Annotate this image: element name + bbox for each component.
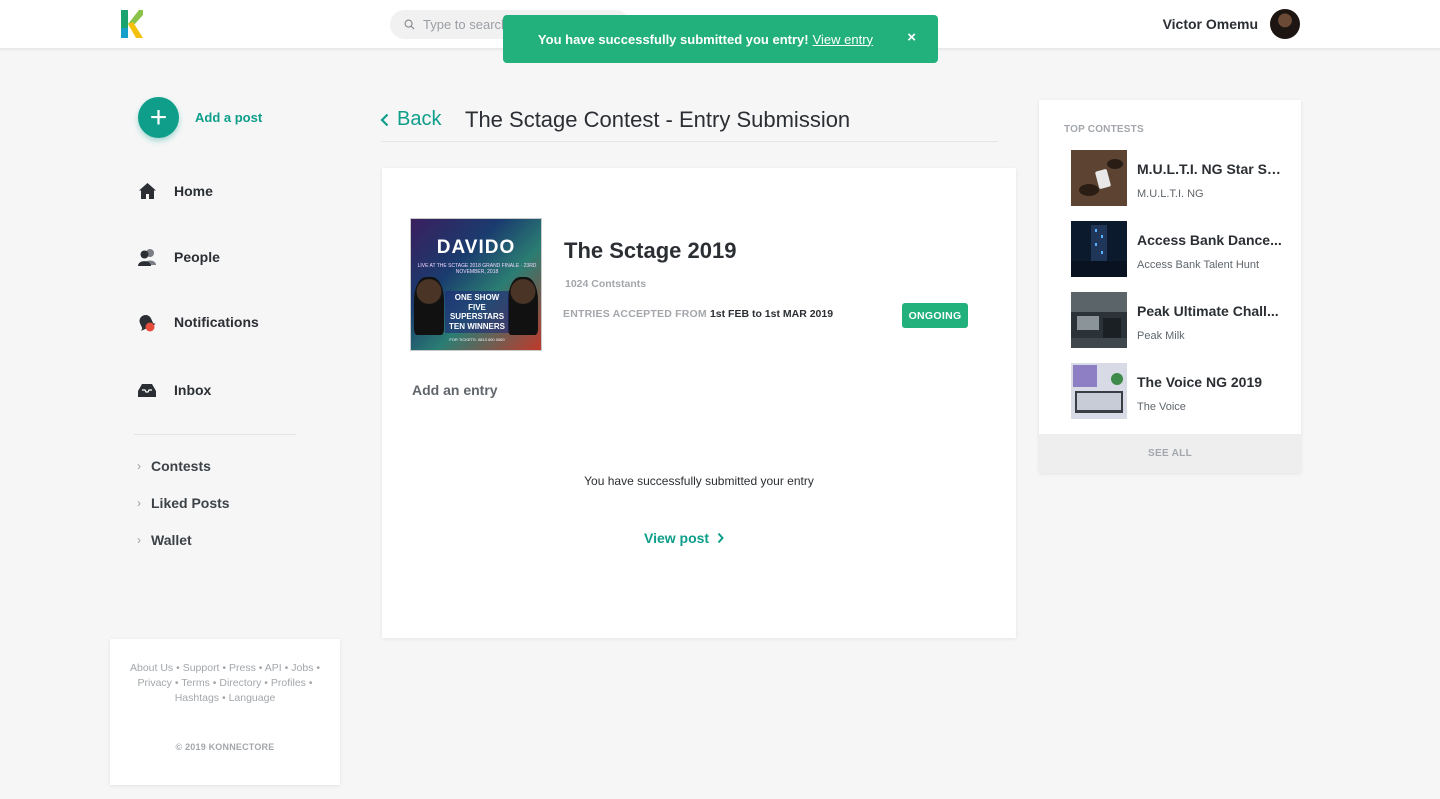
sidebar-item-inbox[interactable]: Inbox xyxy=(137,380,211,400)
user-name[interactable]: Victor Omemu xyxy=(1150,16,1258,32)
poster-promo: ONE SHOW FIVE SUPERSTARS TEN WINNERS xyxy=(445,291,509,333)
chevron-right-icon: › xyxy=(137,533,141,547)
footer-link[interactable]: API xyxy=(265,662,282,674)
poster-figure xyxy=(508,277,538,335)
contest-title: Access Bank Dance... xyxy=(1137,232,1282,248)
poster-headline: DAVIDO xyxy=(436,237,516,258)
footer-link[interactable]: Support xyxy=(183,662,220,674)
sidebar-item-liked-posts[interactable]: › Liked Posts xyxy=(137,495,230,511)
chevron-left-icon xyxy=(380,113,389,126)
home-icon xyxy=(137,181,157,201)
contest-title: The Voice NG 2019 xyxy=(1137,374,1263,390)
footer-link[interactable]: Jobs xyxy=(291,662,313,674)
sidebar-item-label: Liked Posts xyxy=(151,495,230,511)
add-post-button[interactable]: + Add a post xyxy=(138,97,262,138)
entries-window: ENTRIES ACCEPTED FROM 1st FEB to 1st MAR… xyxy=(563,308,833,320)
copyright: © 2019 KONNECTORE xyxy=(175,742,275,752)
poster-subtitle: LIVE AT THE SCTAGE 2018 GRAND FINALE · 2… xyxy=(417,263,537,275)
sidebar-item-contests[interactable]: › Contests xyxy=(137,458,211,474)
toast-view-entry-link[interactable]: View entry xyxy=(813,32,873,47)
footer-link[interactable]: Terms xyxy=(181,677,210,689)
bell-icon xyxy=(137,312,157,332)
entries-range: 1st FEB to 1st MAR 2019 xyxy=(709,308,834,320)
entries-prefix: ENTRIES ACCEPTED FROM xyxy=(563,308,707,320)
view-post-label: View post xyxy=(644,530,710,546)
footer-links: About Us • Support • Press • API • Jobs … xyxy=(129,662,321,704)
contest-title: M.U.L.T.I. NG Star Se... xyxy=(1137,161,1283,177)
close-icon[interactable]: × xyxy=(907,29,916,46)
contest-sponsor: The Voice xyxy=(1137,401,1186,413)
top-contest-item[interactable]: The Voice NG 2019 The Voice xyxy=(1071,363,1291,419)
sidebar-item-home[interactable]: Home xyxy=(137,181,213,201)
people-icon xyxy=(137,247,157,267)
chevron-right-icon: › xyxy=(137,496,141,510)
back-button[interactable]: Back xyxy=(380,108,441,131)
footer-card: About Us • Support • Press • API • Jobs … xyxy=(110,639,340,785)
sidebar-divider xyxy=(134,434,296,435)
footer-link[interactable]: Language xyxy=(229,692,276,704)
view-post-link[interactable]: View post xyxy=(644,530,724,546)
top-contest-item[interactable]: Peak Ultimate Chall... Peak Milk xyxy=(1071,292,1291,348)
footer-link[interactable]: Privacy xyxy=(137,677,171,689)
success-toast: You have successfully submitted you entr… xyxy=(503,15,938,63)
top-contest-item[interactable]: M.U.L.T.I. NG Star Se... M.U.L.T.I. NG xyxy=(1071,150,1291,206)
title-divider xyxy=(381,141,998,142)
contest-thumbnail xyxy=(1071,292,1127,348)
poster-footer: FOR TICKETS: 0813 000 0000 xyxy=(449,337,505,342)
top-contests-heading: TOP CONTESTS xyxy=(1064,124,1144,135)
poster-figure xyxy=(414,277,444,335)
contest-thumbnail xyxy=(1071,150,1127,206)
top-contests-panel: TOP CONTESTS M.U.L.T.I. NG Star Se... M.… xyxy=(1039,100,1301,473)
search-icon xyxy=(404,19,415,30)
plus-icon: + xyxy=(138,97,179,138)
footer-link[interactable]: Press xyxy=(229,662,256,674)
contest-title: Peak Ultimate Chall... xyxy=(1137,303,1279,319)
contestant-count: 1024 Contstants xyxy=(565,278,647,290)
see-all-button[interactable]: SEE ALL xyxy=(1039,434,1301,473)
contest-thumbnail xyxy=(1071,363,1127,419)
toast-message: You have successfully submitted you entr… xyxy=(537,31,874,47)
footer-link[interactable]: About Us xyxy=(130,662,173,674)
konnectore-logo[interactable] xyxy=(121,10,143,38)
sidebar-item-label: Home xyxy=(174,183,213,199)
sidebar-item-label: Wallet xyxy=(151,532,192,548)
success-message: You have successfully submitted your ent… xyxy=(584,474,814,488)
status-badge: ONGOING xyxy=(902,303,968,328)
sidebar-item-label: Inbox xyxy=(174,382,212,398)
contest-sponsor: Peak Milk xyxy=(1137,330,1185,342)
add-post-label: Add a post xyxy=(195,110,263,125)
sidebar-item-people[interactable]: People xyxy=(137,247,220,267)
footer-link[interactable]: Profiles xyxy=(271,677,306,689)
sidebar-item-notifications[interactable]: Notifications xyxy=(137,312,259,332)
top-contest-item[interactable]: Access Bank Dance... Access Bank Talent … xyxy=(1071,221,1291,277)
contest-sponsor: Access Bank Talent Hunt xyxy=(1137,259,1260,271)
sidebar-item-label: Contests xyxy=(151,458,211,474)
footer-link[interactable]: Hashtags xyxy=(175,692,219,704)
back-label: Back xyxy=(397,108,442,130)
contest-poster[interactable]: DAVIDO LIVE AT THE SCTAGE 2018 GRAND FIN… xyxy=(410,218,542,351)
add-entry-heading: Add an entry xyxy=(412,382,498,398)
page-title: The Sctage Contest - Entry Submission xyxy=(465,107,851,132)
avatar[interactable] xyxy=(1270,9,1300,39)
chevron-right-icon xyxy=(717,532,724,544)
sidebar-item-label: Notifications xyxy=(174,314,259,330)
contest-thumbnail xyxy=(1071,221,1127,277)
entry-card: DAVIDO LIVE AT THE SCTAGE 2018 GRAND FIN… xyxy=(382,168,1016,638)
contest-name: The Sctage 2019 xyxy=(564,238,737,263)
chevron-right-icon: › xyxy=(137,459,141,473)
footer-link[interactable]: Directory xyxy=(219,677,261,689)
inbox-icon xyxy=(137,380,157,400)
sidebar-item-wallet[interactable]: › Wallet xyxy=(137,532,192,548)
sidebar-item-label: People xyxy=(174,249,220,265)
contest-sponsor: M.U.L.T.I. NG xyxy=(1137,188,1204,200)
